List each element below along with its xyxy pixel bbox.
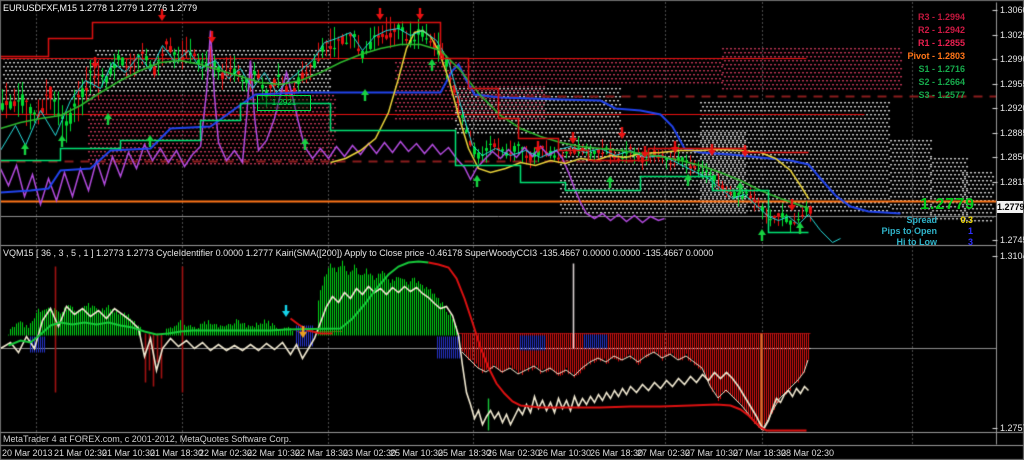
chart-price-label-text: 1.2921 [271, 98, 297, 107]
time-axis-label: 27 Mar 10:30 [685, 448, 739, 458]
pivot-level-r2: R2 - 1.2942 [917, 25, 965, 35]
price-tick-label: 1.3060 [1000, 5, 1024, 15]
pivot-level-s1: S1 - 1.2716 [918, 64, 965, 74]
pivot-level-r3: R3 - 1.2994 [917, 12, 965, 22]
time-axis[interactable]: 20 Mar 2013 21 Mar 02:30 21 Mar 10:30 21 Ma… [0, 448, 1024, 460]
pivot-level-s2: S2 - 1.2664 [918, 77, 965, 87]
price-tick-label: 1.2850 [1000, 152, 1024, 162]
chart-title-ohlc: EURUSDFXF,M15 1.2778 1.2779 1.2776 1.277… [3, 3, 198, 13]
price-tick-label: 1.2990 [1000, 54, 1024, 64]
price-tick-label: 1.2757 [1000, 423, 1024, 433]
pips-to-open-row: Pips to Open 1 [0, 226, 1024, 237]
time-axis-label: 27 Mar 02:30 [637, 448, 691, 458]
time-axis-label: 22 Mar 02:30 [199, 448, 253, 458]
time-axis-label: 27 Mar 18:30 [733, 448, 787, 458]
hi-to-low-row: Hi to Low 3 [0, 237, 1024, 248]
current-price-display: 1.2779 [920, 196, 975, 213]
price-tick-label: 1.3025 [1000, 30, 1024, 40]
time-axis-label: 26 Mar 10:30 [538, 448, 592, 458]
spread-value: 0.3 [960, 215, 973, 225]
time-axis-label: 21 Mar 18:30 [150, 448, 204, 458]
indicator-header: VQM15 [ 36 , 3 , 5 , 1 ] 1.2773 1.2773 C… [3, 248, 714, 258]
pivot-level-s3: S3 - 1.2577 [918, 90, 965, 100]
time-axis-label: 22 Mar 10:30 [247, 448, 301, 458]
hi-to-low-label: Hi to Low [896, 237, 938, 247]
time-axis-label: 20 Mar 2013 [2, 448, 53, 458]
chart-price-label-box: 1.2921 [257, 95, 311, 111]
price-tick-label: 1.2955 [1000, 79, 1024, 89]
pips-to-open-label: Pips to Open [881, 226, 937, 236]
time-axis-label: 21 Mar 10:30 [102, 448, 156, 458]
time-axis-label: 25 Mar 18:30 [438, 448, 492, 458]
price-tick-label: 1.2920 [1000, 103, 1024, 113]
time-axis-label: 21 Mar 02:30 [54, 448, 108, 458]
time-axis-label: 28 Mar 02:30 [781, 448, 835, 458]
price-tick-label: 1.2745 [1000, 235, 1024, 245]
time-axis-label: 23 Mar 02:30 [343, 448, 397, 458]
spread-row: Spread 0.3 [0, 215, 1024, 226]
pivot-level-pivot: Pivot - 1.2803 [907, 51, 965, 61]
time-axis-label: 25 Mar 10:30 [390, 448, 444, 458]
time-axis-label: 26 Mar 18:30 [590, 448, 644, 458]
spread-label: Spread [906, 215, 937, 225]
status-bar-text: MetaTrader 4 at FOREX.com, c 2001-2012, … [3, 434, 292, 444]
price-tick-label: 1.3104 [1000, 251, 1024, 261]
time-axis-label: 26 Mar 02:30 [487, 448, 541, 458]
pivot-level-r1: R1 - 1.2855 [917, 38, 965, 48]
price-tick-label: 1.2815 [1000, 177, 1024, 187]
current-price-axis-box: 1.2779 [997, 201, 1024, 213]
time-axis-label: 22 Mar 18:30 [295, 448, 349, 458]
price-tick-label: 1.2885 [1000, 128, 1024, 138]
pips-to-open-value: 1 [967, 226, 973, 236]
mt4-chart-window: EURUSDFXF,M15 1.2778 1.2779 1.2776 1.277… [0, 0, 1024, 460]
hi-to-low-value: 3 [967, 237, 973, 247]
